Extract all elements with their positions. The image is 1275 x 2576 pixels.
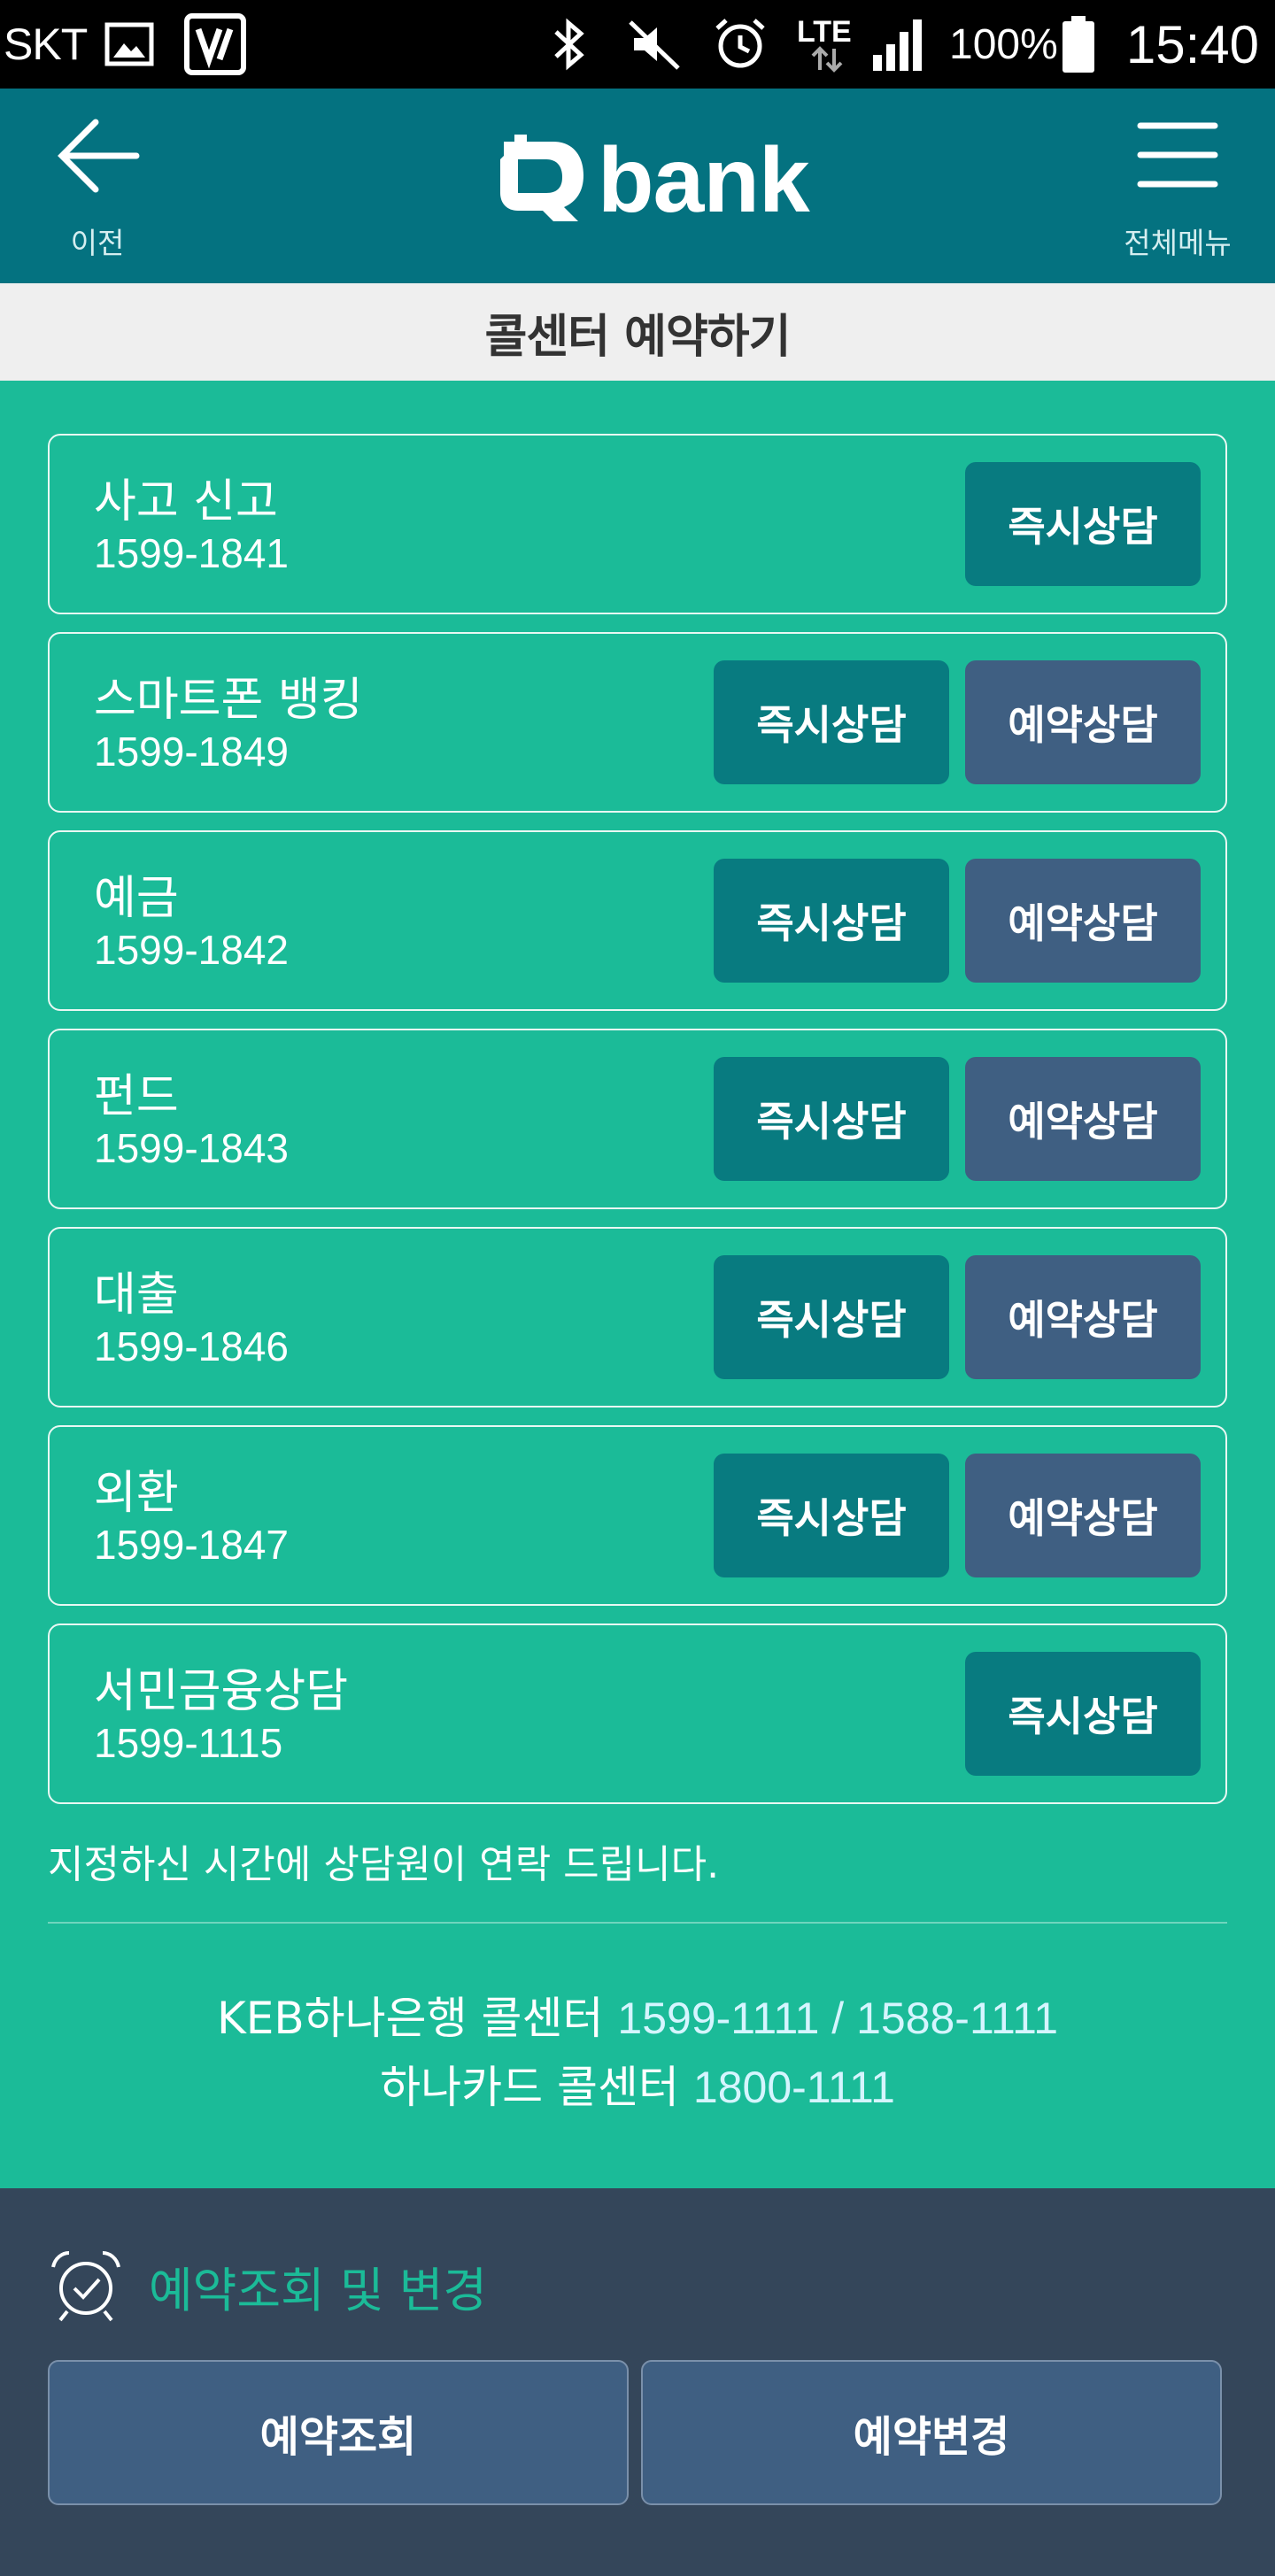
page-title: 콜센터 예약하기 [484, 310, 792, 364]
vpn-icon [184, 0, 246, 89]
reservation-header: 예약조회 및 변경 [48, 2241, 487, 2330]
logo-text: bank [598, 129, 810, 232]
divider [48, 1922, 1227, 1924]
callcenter-number-link[interactable]: 1800-1111 [693, 2063, 895, 2112]
gallery-icon [104, 0, 154, 89]
list-item-fund: 펀드 1599-1843 즉시상담 예약상담 [48, 1029, 1227, 1209]
item-phone: 1599-1843 [94, 1125, 289, 1171]
callcenter-keb-hana: KEB하나은행 콜센터 1599-1111 / 1588-1111 [0, 1983, 1275, 2047]
list-item-loan: 대출 1599-1846 즉시상담 예약상담 [48, 1227, 1227, 1408]
menu-button[interactable]: 전체메뉴 [1107, 106, 1248, 266]
alarm-clock-icon [51, 2251, 120, 2322]
callcenter-number-link[interactable]: 1599-1111 / 1588-1111 [617, 1994, 1058, 2043]
callback-notice: 지정하신 시간에 상담원이 연락 드립니다. [48, 1842, 720, 1887]
callcenter-hana-card: 하나카드 콜센터 1800-1111 [0, 2052, 1275, 2116]
reserve-consult-button[interactable]: 예약상담 [965, 660, 1201, 784]
list-item-foreign-exchange: 외환 1599-1847 즉시상담 예약상담 [48, 1425, 1227, 1606]
hamburger-menu-icon [1137, 122, 1218, 188]
clock: 15:40 [1125, 14, 1259, 74]
bank-logo: bank [491, 124, 810, 232]
reservation-title: 예약조회 및 변경 [149, 2262, 488, 2318]
mute-icon [625, 0, 684, 89]
instant-consult-button[interactable]: 즉시상담 [714, 859, 949, 983]
item-phone: 1599-1842 [94, 927, 289, 973]
instant-consult-button[interactable]: 즉시상담 [714, 1057, 949, 1181]
page-title-bar: 콜센터 예약하기 [0, 283, 1275, 381]
bluetooth-icon [547, 0, 591, 89]
battery-icon [1059, 0, 1098, 89]
reserve-consult-button[interactable]: 예약상담 [965, 859, 1201, 983]
list-item-smartphone-banking: 스마트폰 뱅킹 1599-1849 즉시상담 예약상담 [48, 632, 1227, 813]
instant-consult-button[interactable]: 즉시상담 [714, 1454, 949, 1577]
callcenter-label: 하나카드 콜센터 [380, 2062, 679, 2113]
instant-consult-button[interactable]: 즉시상담 [714, 660, 949, 784]
reserve-consult-button[interactable]: 예약상담 [965, 1057, 1201, 1181]
item-phone: 1599-1841 [94, 530, 289, 576]
reserve-consult-button[interactable]: 예약상담 [965, 1454, 1201, 1577]
menu-label: 전체메뉴 [1124, 226, 1232, 260]
item-name: 스마트폰 뱅킹 [94, 674, 363, 727]
reservation-change-button[interactable]: 예약변경 [641, 2360, 1222, 2505]
instant-consult-button[interactable]: 즉시상담 [965, 1652, 1201, 1776]
item-name: 서민금융상담 [94, 1665, 349, 1718]
item-phone: 1599-1846 [94, 1323, 289, 1369]
item-name: 외환 [94, 1467, 179, 1520]
item-name: 대출 [94, 1269, 179, 1322]
back-button[interactable]: 이전 [44, 106, 151, 266]
list-item-deposit: 예금 1599-1842 즉시상담 예약상담 [48, 830, 1227, 1011]
status-bar: SKT LTE 100% 15:40 [0, 0, 1275, 89]
item-phone: 1599-1847 [94, 1522, 289, 1568]
carrier-label: SKT [4, 19, 88, 69]
item-name: 사고 신고 [94, 475, 278, 528]
reservation-lookup-button[interactable]: 예약조회 [48, 2360, 629, 2505]
alarm-icon [712, 0, 769, 89]
signal-icon [871, 0, 930, 89]
instant-consult-button[interactable]: 즉시상담 [714, 1255, 949, 1379]
reservation-panel: 예약조회 및 변경 예약조회 예약변경 [0, 2188, 1275, 2576]
back-arrow-icon [58, 119, 140, 193]
list-item-accident-report: 사고 신고 1599-1841 즉시상담 [48, 434, 1227, 614]
svg-text:LTE: LTE [797, 15, 852, 49]
item-name: 예금 [94, 872, 179, 925]
back-label: 이전 [70, 226, 125, 260]
item-phone: 1599-1115 [94, 1720, 283, 1766]
item-phone: 1599-1849 [94, 729, 289, 775]
reserve-consult-button[interactable]: 예약상담 [965, 1255, 1201, 1379]
battery-percent: 100% [949, 20, 1058, 68]
instant-consult-button[interactable]: 즉시상담 [965, 462, 1201, 586]
callcenter-label: KEB하나은행 콜센터 [216, 1993, 604, 2044]
lte-icon: LTE [793, 0, 864, 89]
list-item-microfinance: 서민금융상담 1599-1115 즉시상담 [48, 1623, 1227, 1804]
item-name: 펀드 [94, 1070, 179, 1123]
app-header: 이전 bank 전체메뉴 [0, 89, 1275, 283]
hana-logo-icon [500, 135, 583, 221]
